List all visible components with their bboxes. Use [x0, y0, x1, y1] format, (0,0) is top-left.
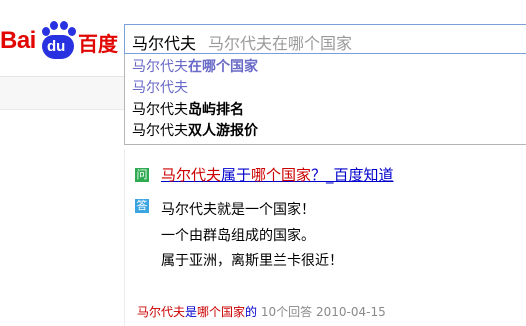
answer-badge: 答 — [135, 199, 149, 213]
search-query: 马尔代夫 — [132, 34, 197, 53]
meta-keyword: 哪个国家 — [197, 305, 246, 319]
suggestion-prefix: 马尔代夫 — [132, 123, 188, 139]
suggestion-prefix: 马尔代夫 — [132, 59, 188, 75]
search-input[interactable]: 马尔代夫 马尔代夫在哪个国家 — [124, 24, 526, 54]
suggestion-item[interactable]: 马尔代夫在哪个国家 — [132, 58, 258, 76]
suggestion-suffix: 双人游报价 — [188, 123, 258, 139]
result-meta: 马尔代夫是哪个国家的 10个回答 2010-04-15 — [137, 303, 386, 320]
answer-count: 10个回答 — [260, 305, 313, 319]
logo-latin-text: Bai — [0, 27, 36, 54]
meta-text: 是 — [185, 305, 198, 319]
zhidao-result: 问 马尔代夫属于哪个国家？_百度知道 答 马尔代夫就是一个国家！ 一个由群岛组成… — [124, 149, 526, 326]
result-title-link[interactable]: 马尔代夫属于哪个国家？_百度知道 — [161, 164, 394, 185]
suggestion-item[interactable]: 马尔代夫岛屿排名 — [132, 101, 244, 119]
meta-text: 的 — [245, 305, 258, 319]
title-keyword: 哪个国家 — [251, 166, 312, 184]
meta-keyword: 马尔代夫 — [137, 305, 186, 319]
paw-icon: du — [40, 21, 76, 61]
suggestion-prefix: 马尔代夫 — [132, 80, 188, 96]
suggestion-item[interactable]: 马尔代夫双人游报价 — [132, 122, 258, 140]
post-date: 2010-04-15 — [316, 305, 386, 319]
question-badge: 问 — [135, 168, 149, 182]
suggestion-item[interactable]: 马尔代夫 — [132, 79, 188, 97]
title-keyword: 马尔代夫 — [161, 166, 222, 184]
baidu-logo[interactable]: Bai du 百度 — [0, 21, 118, 61]
answer-line: 马尔代夫就是一个国家！ — [161, 202, 315, 218]
logo-chinese-text: 百度 — [78, 32, 118, 56]
title-text: 属于 — [221, 166, 252, 184]
title-text: ？_百度知道 — [311, 166, 394, 184]
logo-paw-text: du — [47, 38, 66, 55]
answer-line: 属于亚洲，离斯里兰卡很近！ — [161, 253, 343, 269]
suggestion-suffix: 岛屿排名 — [188, 102, 244, 118]
suggestion-prefix: 马尔代夫 — [132, 102, 188, 118]
suggestion-suffix: 在哪个国家 — [188, 59, 258, 75]
answer-line: 一个由群岛组成的国家。 — [161, 228, 315, 244]
suggestion-dropdown: 马尔代夫在哪个国家 马尔代夫 马尔代夫岛屿排名 马尔代夫双人游报价 — [124, 54, 526, 145]
search-hint: 马尔代夫在哪个国家 — [208, 34, 353, 53]
